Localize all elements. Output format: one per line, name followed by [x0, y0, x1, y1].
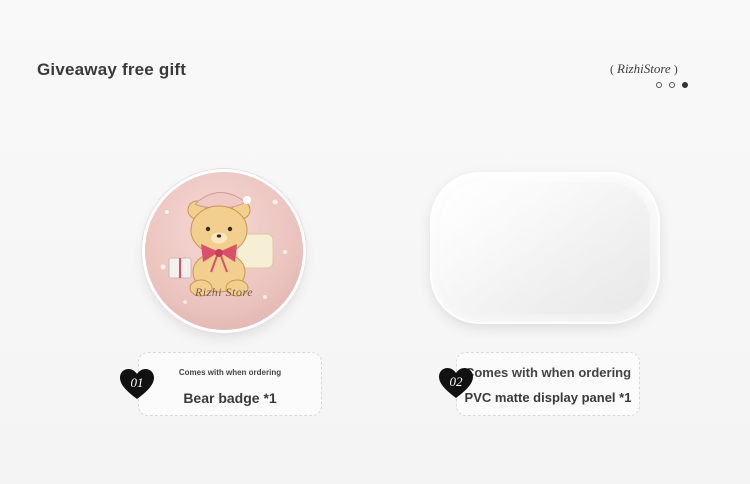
pvc-panel-image [432, 174, 658, 322]
pager-dot-2[interactable] [669, 82, 675, 88]
gift-name: Bear badge *1 [183, 390, 277, 406]
number-heart-icon: 01 [119, 368, 155, 400]
brand-name: RizhiStore [617, 61, 671, 76]
gift-number: 01 [130, 375, 144, 390]
panel-sheen [440, 182, 650, 314]
pager-dot-1[interactable] [656, 82, 662, 88]
gift-number: 02 [449, 374, 463, 389]
gift-subtitle: Comes with when ordering [464, 365, 632, 380]
brand-label: (RizhiStore) [607, 61, 681, 77]
page-title: Giveaway free gift [37, 60, 187, 79]
page: Giveaway free gift (RizhiStore) Rizhi St… [0, 0, 750, 484]
bear-illustration [160, 192, 287, 304]
bear-badge-image: Rizhi Store [145, 172, 303, 330]
gift-subtitle: Comes with when ordering [178, 368, 282, 377]
pager-dots [656, 82, 688, 88]
gift-card-2: Comes with when ordering PVC matte displ… [456, 352, 640, 416]
gift-name: PVC matte display panel *1 [464, 390, 632, 405]
badge-caption: Rizhi Store [194, 285, 254, 299]
number-heart-icon: 02 [438, 367, 474, 399]
brand-close-paren: ) [673, 62, 678, 76]
pager-dot-3-active[interactable] [682, 82, 688, 88]
gift-card-1: Comes with when ordering Bear badge *1 [138, 352, 322, 416]
brand-open-paren: ( [610, 62, 614, 76]
